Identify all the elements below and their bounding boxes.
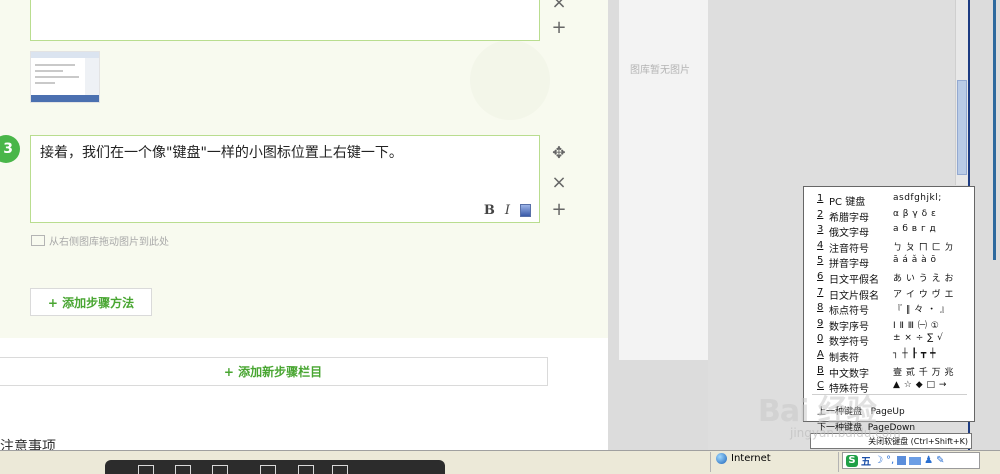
taskbar-button[interactable] <box>298 465 314 474</box>
menu-item-key: B <box>817 364 824 376</box>
add-new-section-button[interactable]: + 添加新步骤栏目 <box>0 357 548 386</box>
menu-item-sample: asdfghjkl; <box>893 193 942 203</box>
security-zone: Internet <box>716 453 771 464</box>
drag-image-hint: 从右侧图库拖动图片到此处 <box>31 233 169 248</box>
taskbar-button[interactable] <box>332 465 348 474</box>
taskbar-button[interactable] <box>212 465 228 474</box>
image-library-panel <box>619 0 708 360</box>
menu-item-keyboard[interactable]: 6 日文平假名 あ い う え お <box>817 271 954 286</box>
ime-toolbar: S 五 ☽ °, ♟ ✎ <box>842 452 980 469</box>
menu-item-sample: ┐ ┼ ┠ ┳ ┿ <box>893 349 937 359</box>
window-border-right <box>993 0 996 260</box>
menu-item-label: 数字序号 <box>829 321 869 333</box>
wubi-mode-icon[interactable]: 五 <box>861 453 871 468</box>
globe-icon <box>716 453 727 464</box>
menu-item-sample: ▲ ☆ ◆ □ → <box>893 380 947 391</box>
menu-item-keyboard[interactable]: 4 注音符号 ㄅ ㄆ ㄇ ㄈ ㄉ <box>817 240 954 255</box>
menu-item-key: A <box>817 349 824 360</box>
menu-item-key: 6 <box>817 271 824 282</box>
menu-item-key: 9 <box>817 317 824 329</box>
sogou-logo-icon[interactable]: S <box>846 454 858 467</box>
menu-item-key: 7 <box>817 286 824 298</box>
move-icon[interactable]: ✥ <box>551 145 567 161</box>
lower-content <box>0 338 608 450</box>
step-number-badge: 3 <box>0 135 20 163</box>
menu-item-keyboard[interactable]: 0 数学符号 ± × ÷ ∑ √ <box>817 333 943 348</box>
add-icon[interactable]: + <box>551 201 567 219</box>
menu-item-key: 4 <box>817 239 824 251</box>
menu-item-sample: ㄅ ㄆ ㄇ ㄈ ㄉ <box>893 242 954 253</box>
format-toolbar: B I <box>484 203 531 218</box>
watermark-logo: Bai 经验 <box>758 394 877 429</box>
user-icon[interactable]: ♟ <box>924 455 933 466</box>
taskbar-button[interactable] <box>138 465 154 474</box>
menu-item-key: 1 <box>817 193 824 204</box>
menu-item-key: 8 <box>817 302 824 314</box>
menu-item-keyboard[interactable]: 3 俄文字母 а б в г д <box>817 224 936 239</box>
menu-item-sample: ā á ǎ à ō <box>893 255 937 266</box>
menu-item-sample: ア イ ウ ヴ エ <box>893 289 954 300</box>
menu-item-label: 制表符 <box>829 353 859 364</box>
insert-image-icon[interactable] <box>520 204 531 217</box>
punctuation-icon[interactable]: °, <box>886 455 894 466</box>
status-divider <box>710 452 711 472</box>
menu-item-keyboard[interactable]: 5 拼音字母 ā á ǎ à ō <box>817 255 937 270</box>
step-textbox[interactable]: 接着，我们在一个像"键盘"一样的小图标位置上右键一下。 B I <box>30 135 540 223</box>
menu-item-key: 5 <box>817 255 824 267</box>
menu-item-keyboard[interactable]: B 中文数字 壹 贰 千 万 兆 <box>817 365 954 380</box>
zone-label: Internet <box>731 453 771 464</box>
menu-item-sample: 『 ‖ 々 ・ 』 <box>893 305 950 316</box>
step-image-thumbnail[interactable] <box>30 51 100 103</box>
close-icon[interactable]: × <box>551 174 567 192</box>
menu-item-sample: Ⅰ Ⅱ Ⅲ ㈠ ① <box>893 320 940 331</box>
add-icon[interactable]: + <box>551 19 567 37</box>
library-empty-text: 图库暂无图片 <box>630 65 690 76</box>
taskbar-button[interactable] <box>175 465 191 474</box>
scrollbar-thumb[interactable] <box>957 80 967 175</box>
menu-item-label: 俄文字母 <box>829 228 869 240</box>
menu-item-label: 日文平假名 <box>829 275 879 286</box>
menu-item-sample: α β γ δ ε <box>893 208 937 219</box>
taskbar-button[interactable] <box>260 465 276 474</box>
background-decoration <box>470 40 550 120</box>
menu-item-key: 0 <box>817 333 824 345</box>
menu-item-keyboard[interactable]: 8 标点符号 『 ‖ 々 ・ 』 <box>817 302 949 317</box>
settings-wrench-icon[interactable]: ✎ <box>936 455 944 466</box>
close-icon[interactable]: × <box>551 0 567 12</box>
menu-item-key: 2 <box>817 208 824 220</box>
add-step-method-button[interactable]: + 添加步骤方法 <box>30 288 152 316</box>
drag-hint-text: 从右侧图库拖动图片到此处 <box>49 237 169 248</box>
menu-item-label: 日文片假名 <box>829 290 879 302</box>
previous-step-textbox[interactable] <box>30 0 540 41</box>
halfwidth-moon-icon[interactable]: ☽ <box>874 455 883 466</box>
menu-item-sample: あ い う え お <box>893 274 954 284</box>
menu-item-sample: 壹 贰 千 万 兆 <box>893 367 954 378</box>
soft-keyboard-icon[interactable] <box>909 456 922 465</box>
italic-button[interactable]: I <box>505 203 510 218</box>
menu-item-label: 拼音字母 <box>829 259 869 271</box>
menu-item-keyboard[interactable]: 7 日文片假名 ア イ ウ ヴ エ <box>817 287 954 302</box>
menu-item-sample: ± × ÷ ∑ √ <box>893 333 944 344</box>
menu-item-keyboard[interactable]: 9 数字序号 Ⅰ Ⅱ Ⅲ ㈠ ① <box>817 318 939 333</box>
skin-icon[interactable] <box>897 456 907 465</box>
menu-item-label: 注音符号 <box>829 243 869 255</box>
menu-item-sample: а б в г д <box>893 224 937 235</box>
bold-button[interactable]: B <box>484 203 495 218</box>
step-editor: × + 3 接着，我们在一个像"键盘"一样的小图标位置上右键一下。 B I ✥ … <box>0 0 608 338</box>
menu-item-key: 3 <box>817 224 824 236</box>
menu-item-label: PC 键盘 <box>829 197 866 208</box>
menu-item-keyboard[interactable]: A 制表符 ┐ ┼ ┠ ┳ ┿ <box>817 349 936 364</box>
menu-item-keyboard[interactable]: 1 PC 键盘 asdfghjkl; <box>817 193 942 208</box>
menu-item-label: 希腊字母 <box>829 212 869 224</box>
menu-item-keyboard[interactable]: 2 希腊字母 α β γ δ ε <box>817 209 936 224</box>
status-divider <box>838 452 839 472</box>
watermark-url: jingyan.baidu.com <box>790 426 901 440</box>
step-text: 接着，我们在一个像"键盘"一样的小图标位置上右键一下。 <box>40 145 403 161</box>
menu-item-label: 中文数字 <box>829 368 869 380</box>
image-icon <box>31 235 45 246</box>
menu-item-label: 标点符号 <box>829 306 869 318</box>
menu-item-label: 数学符号 <box>829 337 869 349</box>
